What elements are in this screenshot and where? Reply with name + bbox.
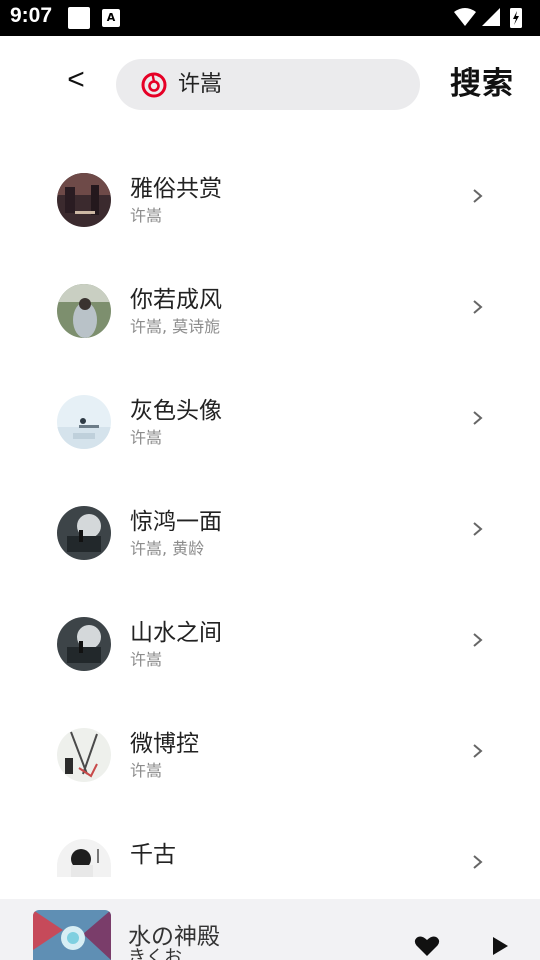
mini-player[interactable]: 水の神殿 きくお (0, 899, 540, 960)
search-button[interactable]: 搜索 (450, 64, 514, 104)
chevron-right-icon (473, 300, 483, 314)
now-playing-cover (33, 910, 111, 960)
song-title: 微博控 (130, 731, 199, 757)
song-artist: 许嵩, 黄龄 (130, 539, 205, 558)
album-cover (57, 506, 111, 560)
result-row[interactable]: 你若成风 许嵩, 莫诗旎 (0, 243, 540, 354)
result-row[interactable]: 山水之间 许嵩 (0, 576, 540, 687)
album-cover (57, 173, 111, 227)
result-row[interactable]: 灰色头像 许嵩 (0, 354, 540, 465)
status-bar: 9:07 A (0, 0, 540, 36)
search-header: < 许嵩 搜索 (0, 36, 540, 132)
album-cover (57, 395, 111, 449)
result-row[interactable]: 千古 (0, 798, 540, 909)
wifi-icon (454, 8, 476, 26)
song-artist: 许嵩, 莫诗旎 (130, 317, 221, 336)
album-cover (57, 617, 111, 671)
now-playing-artist: きくお (128, 947, 182, 960)
song-artist: 许嵩 (130, 206, 163, 225)
back-button[interactable]: < (58, 60, 94, 100)
song-title: 灰色头像 (130, 398, 222, 424)
result-row[interactable]: 雅俗共赏 许嵩 (0, 132, 540, 243)
result-row[interactable]: 惊鸿一面 许嵩, 黄龄 (0, 465, 540, 576)
heart-icon[interactable] (414, 935, 440, 957)
system-status-icons (454, 8, 522, 28)
search-input[interactable]: 许嵩 (116, 59, 420, 110)
song-title: 雅俗共赏 (130, 176, 222, 202)
search-results-list: 雅俗共赏 许嵩 你若成风 许嵩, 莫诗旎 灰色头像 许嵩 惊鸿一面 许嵩, 黄龄… (0, 132, 540, 909)
song-artist: 许嵩 (130, 761, 163, 780)
play-icon[interactable] (490, 935, 510, 957)
chevron-right-icon (473, 633, 483, 647)
song-title: 山水之间 (130, 620, 222, 646)
netease-music-logo-icon (141, 72, 167, 98)
chevron-right-icon (473, 855, 483, 869)
song-artist: 许嵩 (130, 650, 163, 669)
album-cover (57, 839, 111, 877)
search-query-text: 许嵩 (178, 72, 223, 97)
chevron-right-icon (473, 189, 483, 203)
chevron-right-icon (473, 744, 483, 758)
album-cover (57, 284, 111, 338)
album-cover (57, 728, 111, 782)
chevron-right-icon (473, 522, 483, 536)
back-arrow-icon: < (67, 63, 85, 96)
song-title: 你若成风 (130, 287, 222, 313)
song-artist: 许嵩 (130, 428, 163, 447)
song-title: 惊鸿一面 (130, 509, 222, 535)
result-row[interactable]: 微博控 许嵩 (0, 687, 540, 798)
song-title: 千古 (130, 842, 176, 868)
notification-icon (68, 7, 90, 29)
status-time: 9:07 (10, 4, 53, 27)
notification-badge-icon: A (102, 9, 120, 27)
signal-icon (482, 8, 500, 26)
chevron-right-icon (473, 411, 483, 425)
